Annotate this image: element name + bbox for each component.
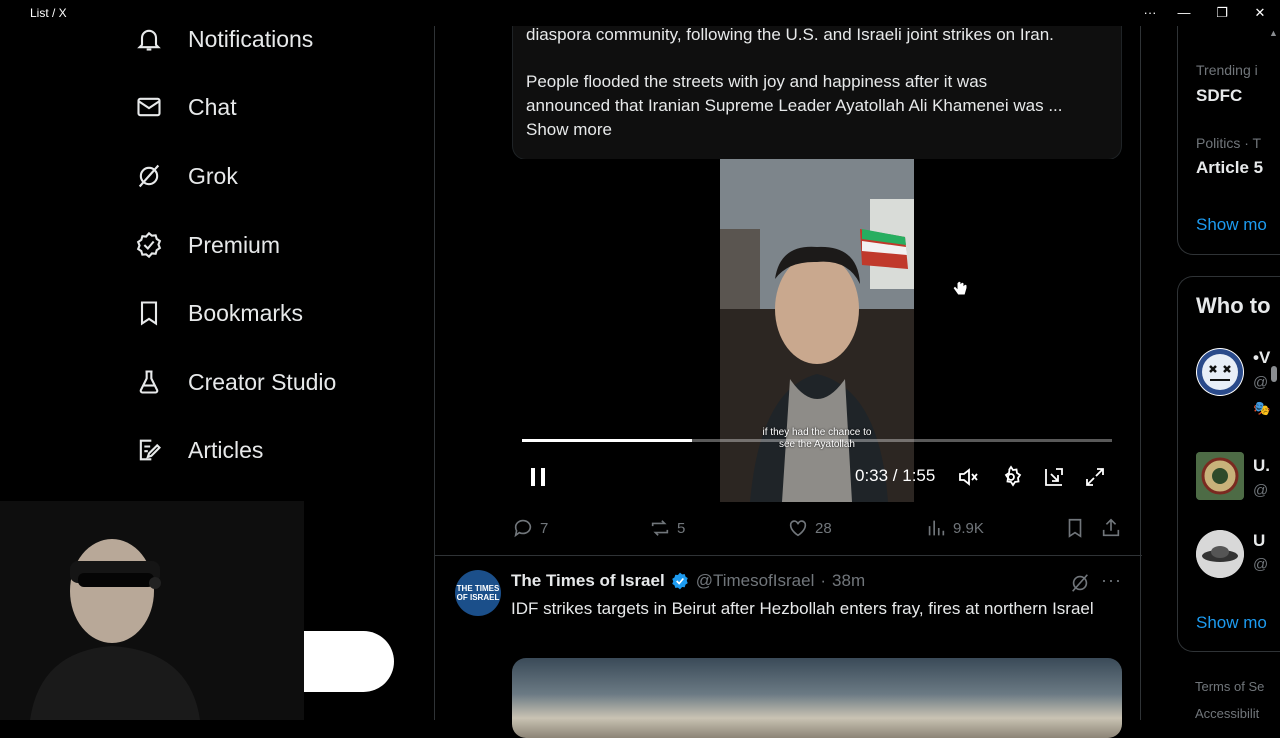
who-to-follow-title: Who to [1196, 293, 1271, 318]
repost-count: 5 [677, 519, 686, 537]
post[interactable]: THE TIMES OF ISRAEL The Times of Israel … [435, 556, 1142, 738]
close-button[interactable]: ✕ [1250, 4, 1270, 22]
repost-icon [651, 520, 669, 536]
window-title: List / X [30, 6, 67, 20]
follow-handle: @ [1253, 556, 1269, 573]
post-actions: 7 5 28 9.9K [512, 517, 1132, 541]
window-titlebar: List / X ··· — ❐ ✕ [0, 0, 1280, 26]
settings-gear-icon[interactable] [999, 465, 1023, 489]
reply-button[interactable]: 7 [512, 517, 548, 539]
post-text-line: People flooded the streets with joy and … [526, 72, 988, 91]
nav-item-premium[interactable]: Premium [134, 220, 280, 270]
minimize-button[interactable]: — [1174, 4, 1194, 22]
nav-label: Articles [188, 436, 264, 463]
more-options-icon[interactable]: ··· [1101, 570, 1122, 591]
video-player[interactable]: if they had the chance to see the Ayatol… [512, 159, 1122, 502]
nav-label: Grok [188, 162, 238, 189]
right-sidebar: Trending i SDFC Politics · T Article 5 S… [1141, 0, 1280, 720]
article-edit-icon [134, 435, 164, 465]
sidebar-nav: Notifications Chat Grok Premium Bookmark… [0, 0, 434, 720]
like-count: 28 [815, 519, 832, 537]
post-text: IDF strikes targets in Beirut after Hezb… [511, 599, 1094, 618]
follow-name[interactable]: U [1253, 531, 1265, 551]
show-more-link[interactable]: Show mo [1196, 215, 1267, 235]
nav-label: Bookmarks [188, 299, 304, 326]
heart-icon [789, 520, 807, 537]
trend-context: Politics · T [1196, 135, 1262, 151]
show-more-link[interactable]: Show more [526, 118, 612, 142]
verified-badge-icon [134, 230, 164, 260]
scroll-up-icon[interactable]: ▲ [1269, 28, 1278, 38]
avatar[interactable] [1196, 348, 1244, 396]
separator: · [820, 571, 827, 590]
grok-icon[interactable] [1069, 572, 1091, 599]
nav-item-articles[interactable]: Articles [134, 425, 263, 475]
fullscreen-icon[interactable] [1083, 465, 1107, 489]
reply-icon [514, 519, 532, 538]
post-image[interactable] [512, 658, 1122, 738]
mute-icon[interactable] [956, 465, 980, 489]
view-count: 9.9K [953, 519, 984, 537]
share-button[interactable] [1100, 517, 1122, 539]
video-timecode: 0:33 / 1:55 [855, 466, 936, 485]
avatar[interactable] [1196, 452, 1244, 500]
avatar-text: THE TIMES [456, 584, 500, 593]
video-progress-bar[interactable] [522, 439, 1112, 442]
pause-icon[interactable] [526, 465, 550, 489]
repost-button[interactable]: 5 [649, 517, 685, 539]
grok-icon [134, 161, 164, 191]
envelope-icon [134, 92, 164, 122]
verified-icon [670, 571, 690, 591]
avatar[interactable] [1196, 530, 1244, 578]
post-button[interactable] [304, 631, 394, 692]
bookmark-button[interactable] [1064, 517, 1086, 539]
reply-count: 7 [540, 519, 549, 537]
terms-link[interactable]: Terms of Se [1195, 679, 1264, 694]
timeline: diaspora community, following the U.S. a… [434, 0, 1142, 738]
analytics-icon [928, 520, 945, 536]
follow-handle: @ [1253, 374, 1269, 391]
scrollbar-thumb[interactable] [1271, 366, 1277, 382]
views-button[interactable]: 9.9K [925, 517, 984, 539]
post-text-line: announced that Iranian Supreme Leader Ay… [526, 96, 1063, 115]
flask-icon [134, 367, 164, 397]
nav-label: Premium [188, 231, 281, 258]
nav-item-bookmarks[interactable]: Bookmarks [134, 288, 303, 338]
bookmark-icon [1068, 518, 1082, 538]
post-header: The Times of Israel @TimesofIsrael · 38m [511, 571, 865, 591]
trend-context: Trending i [1196, 62, 1258, 78]
post-time[interactable]: 38m [832, 571, 865, 591]
nav-label: Notifications [188, 25, 314, 52]
bell-icon [134, 24, 164, 54]
caption-line: if they had the chance to [762, 427, 872, 438]
trend-title[interactable]: SDFC [1196, 86, 1242, 106]
nav-item-chat[interactable]: Chat [134, 82, 237, 132]
avatar[interactable]: THE TIMES OF ISRAEL [455, 570, 501, 616]
more-icon[interactable]: ··· [1140, 4, 1160, 22]
nav-item-creator-studio[interactable]: Creator Studio [134, 357, 336, 407]
webcam-overlay [0, 501, 304, 720]
restore-button[interactable]: ❐ [1212, 4, 1232, 22]
share-icon [1102, 518, 1120, 537]
nav-item-grok[interactable]: Grok [134, 151, 238, 201]
hand-cursor-icon [952, 277, 968, 302]
post-text-line: diaspora community, following the U.S. a… [526, 25, 1054, 44]
show-more-link[interactable]: Show mo [1196, 613, 1267, 633]
nav-label: Creator Studio [188, 368, 337, 395]
video-progress-fill [522, 439, 692, 442]
author-handle[interactable]: @TimesofIsrael [696, 571, 815, 591]
bookmark-icon [134, 298, 164, 328]
accessibility-link[interactable]: Accessibilit [1195, 706, 1259, 720]
picture-in-picture-icon[interactable] [1042, 465, 1066, 489]
avatar-text: OF ISRAEL [456, 593, 500, 602]
author-name[interactable]: The Times of Israel [511, 571, 665, 591]
follow-handle: @ [1253, 482, 1269, 499]
nav-label: Chat [188, 93, 237, 120]
scrollbar[interactable]: ▲ [1268, 26, 1280, 720]
trend-title[interactable]: Article 5 [1196, 158, 1263, 178]
like-button[interactable]: 28 [787, 517, 832, 539]
